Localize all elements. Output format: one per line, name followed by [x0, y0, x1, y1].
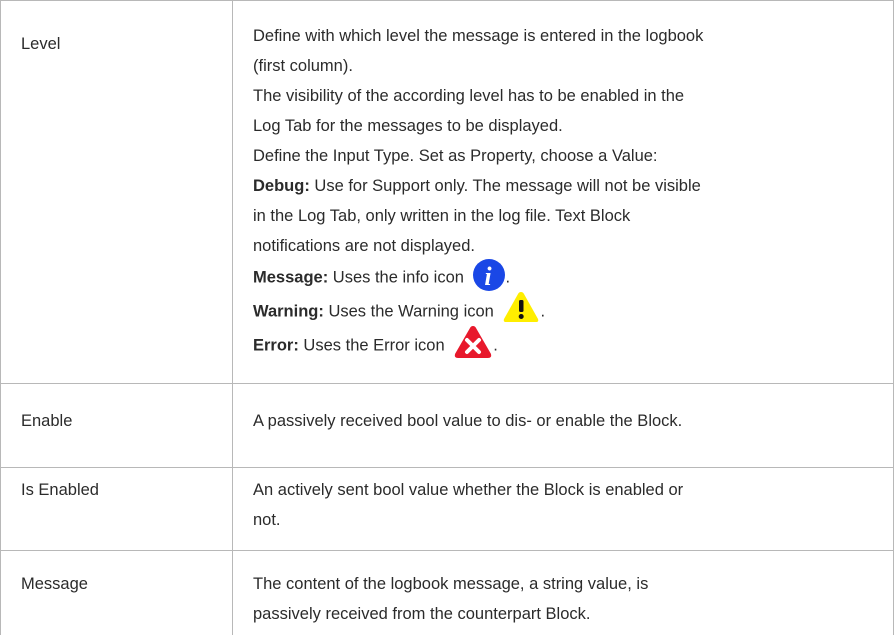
text-line: passively received from the counterpart …	[253, 605, 591, 623]
text-line: Log Tab for the messages to be displayed…	[253, 117, 563, 135]
text-line: The visibility of the according level ha…	[253, 87, 685, 105]
error-icon	[453, 325, 493, 359]
column-divider	[232, 0, 233, 635]
text-line: not.	[253, 511, 281, 529]
message-text: Uses the info icon	[328, 268, 464, 287]
message-line: Message: Uses the info icon i .	[253, 258, 878, 295]
error-text: Uses the Error icon	[298, 336, 445, 355]
text-line: A passively received bool value to dis- …	[253, 412, 683, 430]
parameter-table: Level Define with which level the messag…	[0, 0, 894, 635]
row-divider	[0, 383, 894, 384]
text-line: The content of the logbook message, a st…	[253, 575, 649, 593]
row-desc-level: Define with which level the message is e…	[253, 21, 878, 363]
table-border-left	[0, 0, 1, 635]
info-icon: i	[472, 258, 506, 292]
row-desc-is-enabled: An actively sent bool value whether the …	[253, 475, 878, 535]
warning-label: Warning:	[253, 302, 324, 321]
text-line: (first column).	[253, 57, 353, 75]
warning-line: Warning: Uses the Warning icon .	[253, 292, 878, 329]
debug-label: Debug:	[253, 177, 310, 195]
table-border-top	[0, 0, 894, 1]
debug-text: Use for Support only. The message will n…	[309, 177, 701, 195]
message-label: Message:	[253, 268, 329, 287]
row-name-message: Message	[21, 575, 88, 593]
text-line: Define the Input Type. Set as Property, …	[253, 147, 658, 165]
warning-suffix: .	[540, 302, 546, 321]
debug-line: Debug: Use for Support only. The message…	[253, 171, 878, 201]
text-line: in the Log Tab, only written in the log …	[253, 207, 631, 225]
row-divider	[0, 550, 894, 551]
warning-text: Uses the Warning icon	[323, 302, 494, 321]
message-suffix: .	[505, 268, 511, 287]
row-name-level: Level	[21, 35, 61, 53]
row-desc-enable: A passively received bool value to dis- …	[253, 406, 878, 436]
row-name-enable: Enable	[21, 412, 73, 430]
svg-text:i: i	[484, 262, 492, 291]
warning-icon	[502, 290, 540, 324]
text-line: Define with which level the message is e…	[253, 27, 704, 45]
error-label: Error:	[253, 336, 299, 355]
row-desc-message: The content of the logbook message, a st…	[253, 569, 878, 629]
row-divider	[0, 467, 894, 468]
error-line: Error: Uses the Error icon .	[253, 326, 878, 363]
text-line: An actively sent bool value whether the …	[253, 481, 684, 499]
error-suffix: .	[493, 336, 498, 355]
row-name-is-enabled: Is Enabled	[21, 481, 99, 499]
text-line: notifications are not displayed.	[253, 237, 475, 255]
